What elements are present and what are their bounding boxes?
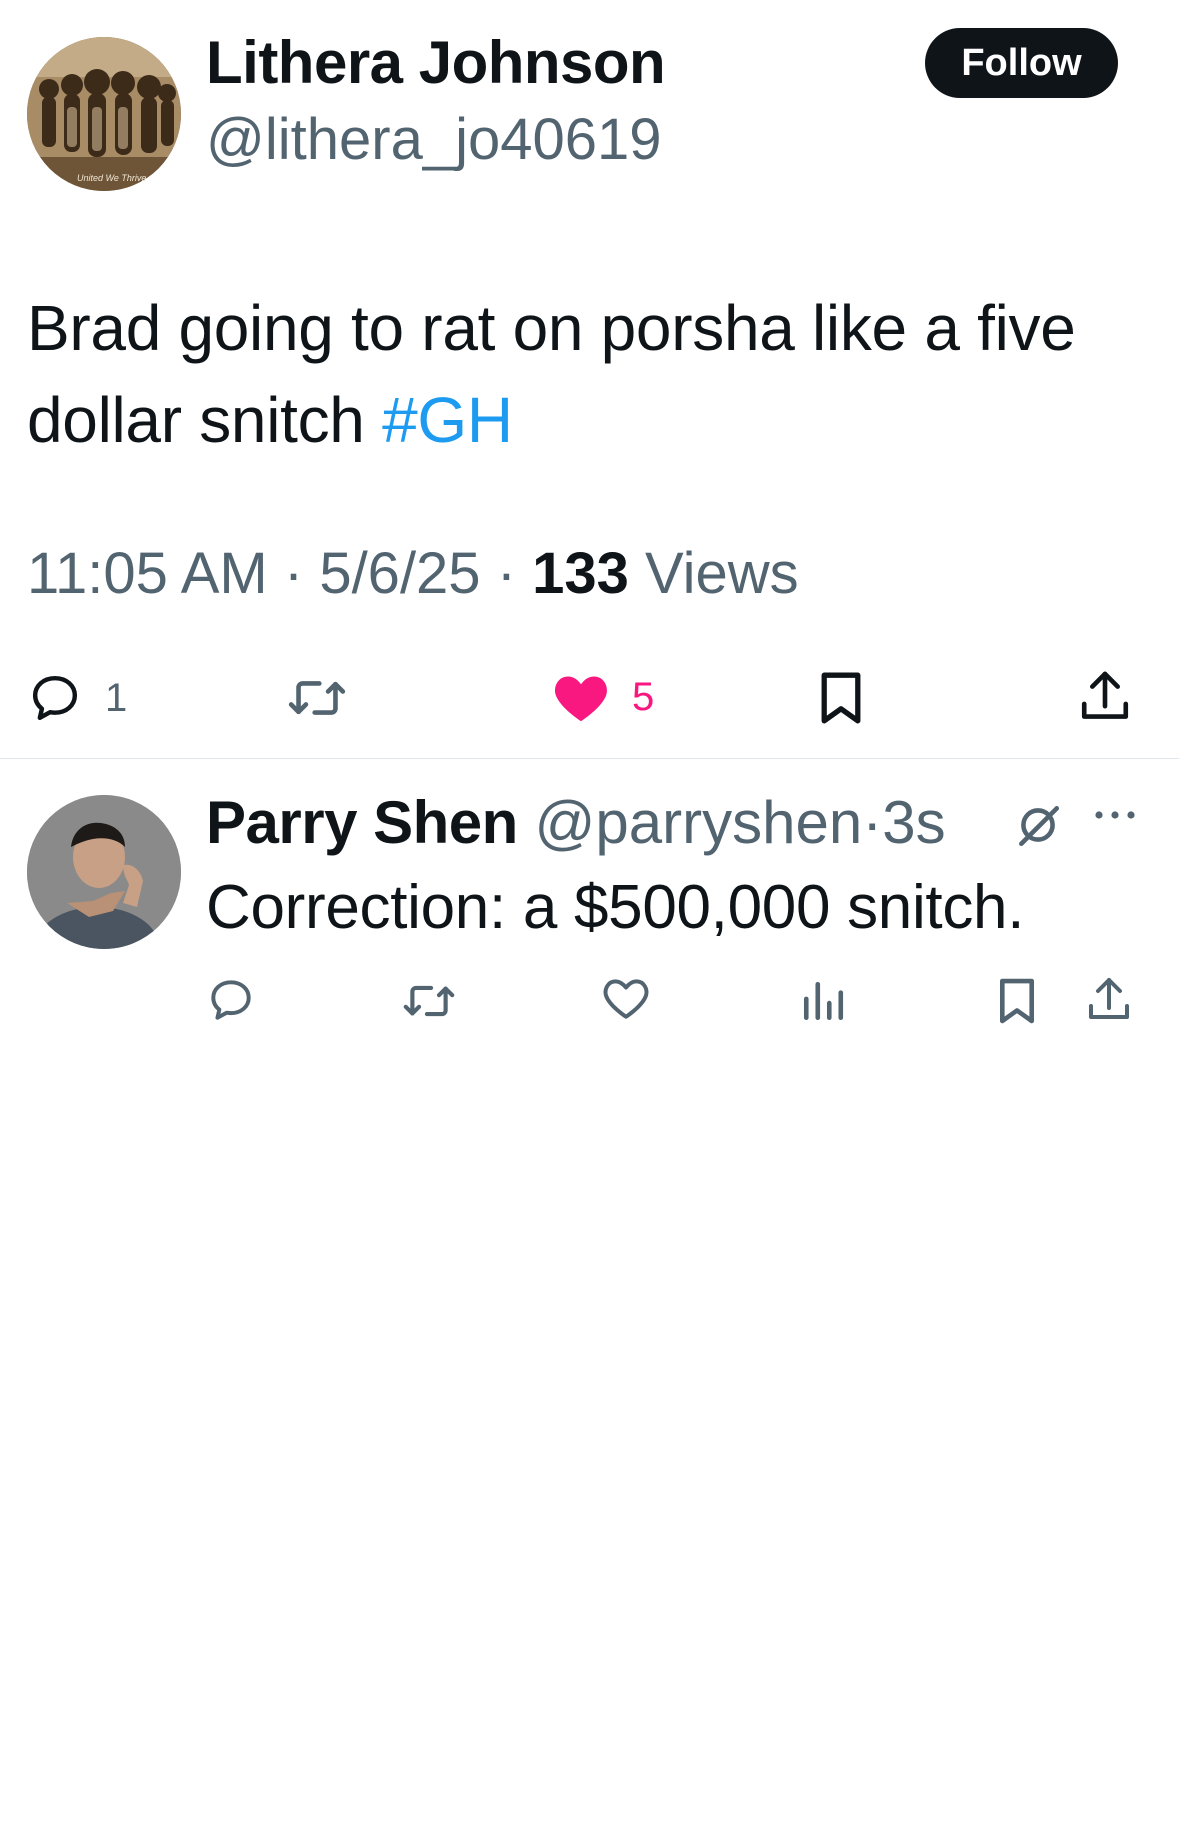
reply-count: 1: [105, 675, 128, 720]
ellipsis-icon: [1095, 811, 1135, 819]
bar-chart-icon: [803, 981, 844, 1021]
grok-slash-icon[interactable]: [1013, 800, 1063, 855]
reply-author-handle[interactable]: @parryshen: [535, 789, 863, 856]
retweet-button[interactable]: [287, 672, 347, 724]
share-upload-icon: [1089, 978, 1129, 1019]
reply-author-avatar[interactable]: [27, 795, 181, 949]
reply-share-button[interactable]: [1085, 973, 1133, 1027]
share-upload-icon: [1081, 671, 1129, 719]
more-options-button[interactable]: [1093, 808, 1137, 827]
heart-outline-icon: [603, 979, 649, 1019]
avatar-caption: United We Thrive: [77, 173, 147, 183]
reply-avatar-image: [27, 795, 181, 949]
reply-retweet-button[interactable]: [402, 978, 456, 1024]
reply-separator: ·: [862, 789, 883, 856]
views-label: Views: [628, 541, 799, 606]
reply-views-button[interactable]: [800, 978, 846, 1024]
heart-filled-icon: [555, 676, 607, 722]
reply-text: Correction: a $500,000 snitch.: [206, 873, 1025, 942]
reply-like-button[interactable]: [601, 975, 651, 1021]
tweet-body: Brad going to rat on porsha like a five …: [27, 292, 1076, 456]
meta-separator: ·: [267, 541, 320, 606]
like-button[interactable]: 5: [552, 670, 654, 724]
hashtag-link[interactable]: #GH: [382, 384, 513, 456]
reply-button[interactable]: 1: [27, 670, 127, 726]
reply-bookmark-button[interactable]: [996, 975, 1038, 1027]
author-avatar-image: [27, 37, 181, 191]
meta-separator: ·: [480, 541, 533, 606]
like-count: 5: [632, 674, 655, 719]
tweet-text: Brad going to rat on porsha like a five …: [27, 282, 1157, 466]
reply-reply-button[interactable]: [206, 975, 256, 1025]
bookmark-icon: [999, 978, 1035, 1024]
follow-button[interactable]: Follow: [925, 28, 1118, 98]
reply-author-name[interactable]: Parry Shen: [206, 789, 518, 856]
speech-bubble-icon: [32, 675, 78, 721]
divider: [0, 758, 1179, 759]
bookmark-icon: [821, 672, 861, 724]
speech-bubble-icon: [211, 980, 251, 1020]
tweet-meta: 11:05 AM · 5/6/25 · 133 Views: [27, 540, 799, 607]
bookmark-button[interactable]: [817, 668, 865, 728]
views-count: 133: [532, 541, 629, 606]
tweet-time[interactable]: 11:05 AM: [27, 541, 268, 606]
tweet-date[interactable]: 5/6/25: [319, 541, 480, 606]
author-avatar[interactable]: [27, 37, 181, 191]
author-handle[interactable]: @lithera_jo40619: [206, 106, 662, 173]
author-name[interactable]: Lithera Johnson: [206, 28, 666, 97]
retweet-arrows-icon: [403, 985, 455, 1017]
retweet-arrows-icon: [288, 681, 346, 715]
reply-header: Parry Shen @parryshen·3s: [206, 788, 946, 857]
reply-time[interactable]: 3s: [882, 789, 945, 856]
share-button[interactable]: [1077, 667, 1133, 727]
